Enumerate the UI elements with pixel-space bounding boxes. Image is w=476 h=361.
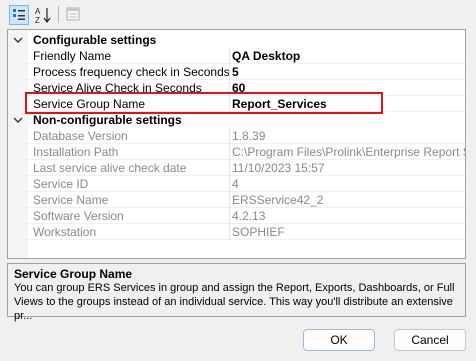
property-name: Software Version <box>33 208 230 224</box>
property-row-database-version[interactable]: Database Version 1.8.39 <box>8 128 465 144</box>
property-value: 11/10/2023 15:57 <box>232 161 325 175</box>
property-grid: Configurable settings Friendly Name QA D… <box>7 29 466 259</box>
property-pages-button[interactable] <box>64 5 84 25</box>
svg-text:Z: Z <box>35 16 40 25</box>
description-title: Service Group Name <box>14 267 133 281</box>
property-row-friendly-name[interactable]: Friendly Name QA Desktop <box>8 48 465 64</box>
property-row-service-id[interactable]: Service ID 4 <box>8 176 465 192</box>
category-configurable[interactable]: Configurable settings <box>8 32 465 48</box>
chevron-down-icon[interactable] <box>13 115 23 125</box>
property-value[interactable]: QA Desktop <box>232 48 465 64</box>
property-name: Friendly Name <box>33 48 230 64</box>
property-name: Database Version <box>33 128 230 144</box>
toolbar: A Z <box>0 0 476 28</box>
categorized-view-button[interactable] <box>9 5 29 25</box>
alphabetical-sort-icon: A Z <box>35 7 51 25</box>
property-name: Installation Path <box>33 144 230 160</box>
description-line-1: You can group ERS Services in group and … <box>14 282 455 294</box>
property-row-installation-path[interactable]: Installation Path C:\Program Files\Proli… <box>8 144 465 160</box>
highlight-box <box>25 92 383 114</box>
categorized-view-icon <box>13 9 25 20</box>
property-value: 4.2.13 <box>232 209 266 223</box>
property-value[interactable]: 5 <box>232 64 465 80</box>
description-panel: Service Group Name You can group ERS Ser… <box>7 263 466 322</box>
property-value: 4 <box>232 177 239 191</box>
chevron-down-icon[interactable] <box>13 35 23 45</box>
category-non-configurable[interactable]: Non-configurable settings <box>8 112 465 128</box>
alphabetical-sort-button[interactable]: A Z <box>33 5 53 25</box>
category-title: Configurable settings <box>33 33 157 47</box>
description-line-2: Views to the groups instead of an indivi… <box>14 296 453 322</box>
property-row-service-name[interactable]: Service Name ERSService42_2 <box>8 192 465 208</box>
property-pages-icon <box>66 7 80 21</box>
ok-button[interactable]: OK <box>303 329 375 351</box>
property-row-software-version[interactable]: Software Version 4.2.13 <box>8 208 465 224</box>
property-name: Service ID <box>33 176 230 192</box>
property-row-workstation[interactable]: Workstation SOPHIEF <box>8 224 465 240</box>
toolbar-separator <box>58 6 59 23</box>
property-value: C:\Program Files\Prolink\Enterprise Repo… <box>232 145 465 159</box>
property-name: Workstation <box>33 224 230 240</box>
property-value: SOPHIEF <box>232 225 285 239</box>
property-row-last-alive-check[interactable]: Last service alive check date 11/10/2023… <box>8 160 465 176</box>
property-name: Service Name <box>33 192 230 208</box>
property-name: Process frequency check in Seconds <box>33 64 230 80</box>
property-value: ERSService42_2 <box>232 193 324 207</box>
property-row-process-frequency[interactable]: Process frequency check in Seconds 5 <box>8 64 465 80</box>
category-title: Non-configurable settings <box>33 113 182 127</box>
svg-text:A: A <box>35 7 41 16</box>
property-value: 1.8.39 <box>232 129 266 143</box>
property-name: Last service alive check date <box>33 160 230 176</box>
cancel-button[interactable]: Cancel <box>394 329 466 351</box>
